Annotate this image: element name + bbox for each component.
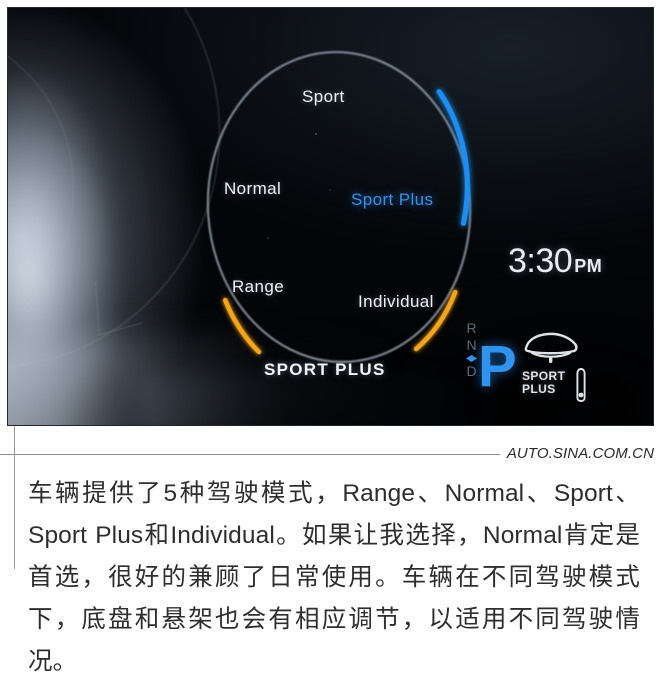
suspension-status-widget: SPORT PLUS bbox=[520, 330, 600, 406]
mode-option-sport-plus-selected[interactable]: Sport Plus bbox=[351, 190, 433, 210]
caption-vertical-rule bbox=[14, 426, 15, 569]
site-watermark: AUTO.SINA.COM.CN bbox=[506, 445, 654, 462]
dial-speckle bbox=[267, 237, 269, 239]
suspension-height-bar-icon bbox=[576, 368, 586, 402]
dial-speckle bbox=[314, 132, 318, 136]
car-side-suspension-icon bbox=[524, 332, 578, 363]
clock-time: 3:30 bbox=[508, 242, 573, 280]
caption-paragraph: 车辆提供了5种驾驶模式，Range、Normal、Sport、Sport Plu… bbox=[28, 480, 640, 675]
dial-accent-arc-left bbox=[222, 297, 262, 355]
clock-display: 3:30 PM bbox=[508, 242, 602, 281]
caption-horizontal-rule bbox=[0, 454, 500, 455]
mode-option-range[interactable]: Range bbox=[232, 277, 284, 297]
mode-option-sport[interactable]: Sport bbox=[302, 87, 345, 107]
drive-mode-dial[interactable]: Sport Normal Sport Plus Range Individual… bbox=[194, 42, 484, 379]
gear-position-current: P bbox=[478, 334, 517, 399]
suspension-mode-label: SPORT PLUS bbox=[522, 370, 565, 396]
dial-speckle bbox=[329, 189, 331, 191]
gear-position-d: D bbox=[466, 363, 477, 379]
mode-option-normal[interactable]: Normal bbox=[224, 179, 281, 199]
active-mode-banner: SPORT PLUS bbox=[264, 360, 386, 379]
gear-position-r: R bbox=[466, 320, 477, 336]
gear-position-indicator: R N D P bbox=[463, 320, 519, 406]
clock-meridiem: PM bbox=[574, 256, 603, 276]
suspension-mode-line2: PLUS bbox=[522, 382, 556, 396]
gear-position-n: N bbox=[466, 337, 477, 353]
instrument-cluster-photo: Sport Normal Sport Plus Range Individual… bbox=[8, 8, 653, 425]
mode-option-individual[interactable]: Individual bbox=[358, 292, 434, 312]
dial-selected-arc-blue bbox=[436, 89, 470, 226]
gear-marker-diamond-icon bbox=[466, 355, 477, 362]
